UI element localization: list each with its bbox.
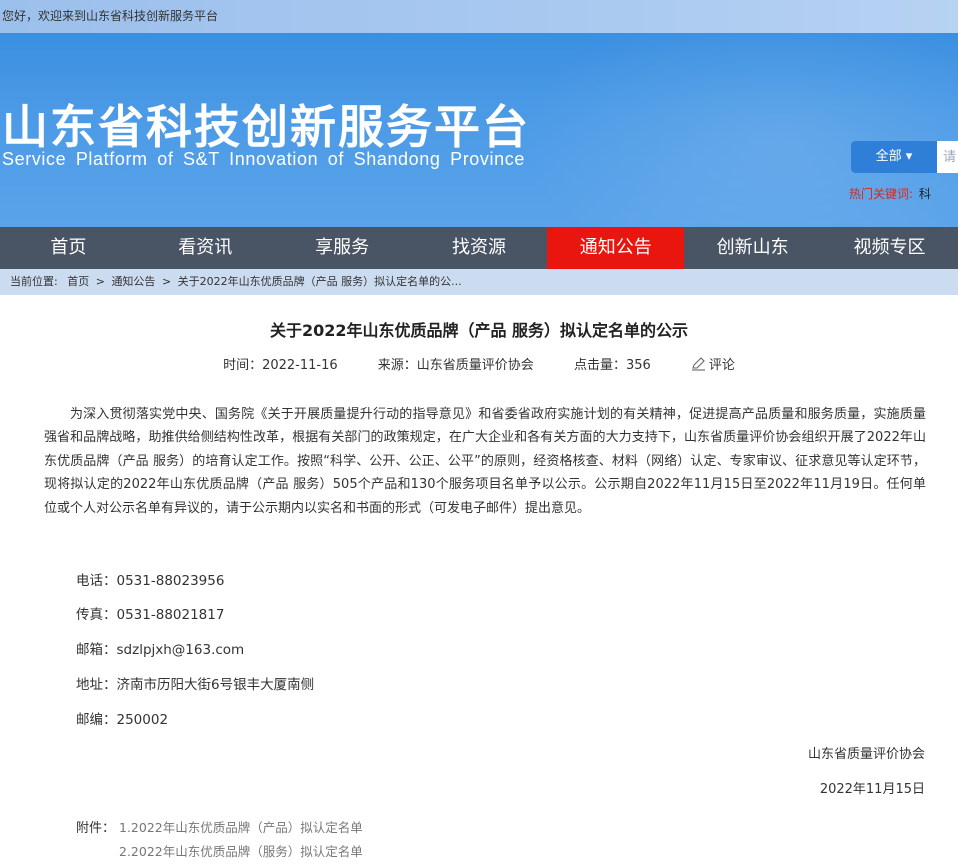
search-input[interactable] — [937, 141, 958, 173]
article-clicks: 点击量：356 — [573, 358, 651, 373]
pencil-icon — [691, 357, 705, 371]
nav-item-home[interactable]: 首页 — [0, 227, 137, 269]
nav-item-services[interactable]: 享服务 — [274, 227, 411, 269]
hot-keywords: 热门关键词: 科 — [849, 185, 931, 202]
breadcrumb-separator: > — [161, 275, 172, 288]
signature-date: 2022年11月15日 — [819, 782, 925, 797]
attachments: 附件： — [76, 817, 115, 836]
contact-fax: 传真：0531-88021817 — [76, 607, 225, 623]
article-title: 关于2022年山东优质品牌（产品 服务）拟认定名单的公示 — [269, 321, 689, 340]
attachment-link[interactable]: 1.2022年山东优质品牌（产品）拟认定名单 — [119, 817, 363, 836]
nav-item-resources[interactable]: 找资源 — [411, 227, 548, 269]
article-meta: 时间：2022-11-16 来源：山东省质量评价协会 点击量：356 评论 — [0, 354, 958, 373]
hot-keyword-link[interactable]: 科 — [919, 187, 931, 201]
search-category-dropdown[interactable]: 全部 ▾ — [851, 141, 937, 173]
nav-item-videos[interactable]: 视频专区 — [821, 227, 958, 269]
breadcrumb-separator: > — [95, 275, 105, 288]
breadcrumb: 当前位置: 首页 > 通知公告 > 关于2022年山东优质品牌（产品 服务）拟认… — [0, 269, 958, 295]
nav-item-news[interactable]: 看资讯 — [137, 227, 274, 269]
comment-label: 评论 — [708, 358, 735, 373]
article-body: 为深入贯彻落实党中央、国务院《关于开展质量提升行动的指导意见》和省委省政府实施计… — [44, 407, 926, 516]
breadcrumb-section-link[interactable]: 通知公告 — [111, 275, 155, 288]
header-banner: 山东省科技创新服务平台 Service Platform of S&T Inno… — [0, 33, 958, 227]
welcome-text: 您好，欢迎来到山东省科技创新服务平台 — [2, 9, 219, 23]
article-source: 来源：山东省质量评价协会 — [377, 358, 534, 373]
site-title: 山东省科技创新服务平台 — [2, 100, 530, 154]
breadcrumb-prefix: 当前位置: — [10, 275, 58, 288]
search-box: 全部 ▾ — [851, 141, 958, 173]
breadcrumb-home-link[interactable]: 首页 — [67, 275, 89, 288]
attachment-link[interactable]: 2.2022年山东优质品牌（服务）拟认定名单 — [119, 841, 363, 860]
contact-phone: 电话：0531-88023956 — [76, 573, 225, 589]
contact-postcode: 邮编：250002 — [76, 712, 169, 728]
contact-email: 邮箱：sdzlpjxh@163.com — [76, 642, 245, 658]
nav-item-notices[interactable]: 通知公告 — [547, 227, 685, 269]
main-nav: 首页 看资讯 享服务 找资源 通知公告 创新山东 视频专区 — [0, 227, 958, 269]
top-welcome-bar: 您好，欢迎来到山东省科技创新服务平台 — [0, 0, 958, 33]
article-time: 时间：2022-11-16 — [223, 358, 338, 373]
site-subtitle: Service Platform of S&T Innovation of Sh… — [2, 149, 525, 169]
breadcrumb-current: 关于2022年山东优质品牌（产品 服务）拟认定名单的公... — [177, 275, 462, 288]
comment-button[interactable]: 评论 — [691, 357, 735, 373]
hot-keywords-label: 热门关键词: — [849, 187, 914, 201]
nav-item-innovation-shandong[interactable]: 创新山东 — [684, 227, 821, 269]
contact-address: 地址：济南市历阳大街6号银丰大厦南侧 — [76, 677, 315, 693]
signature-org: 山东省质量评价协会 — [807, 747, 925, 762]
attachments-label: 附件： — [76, 821, 116, 836]
